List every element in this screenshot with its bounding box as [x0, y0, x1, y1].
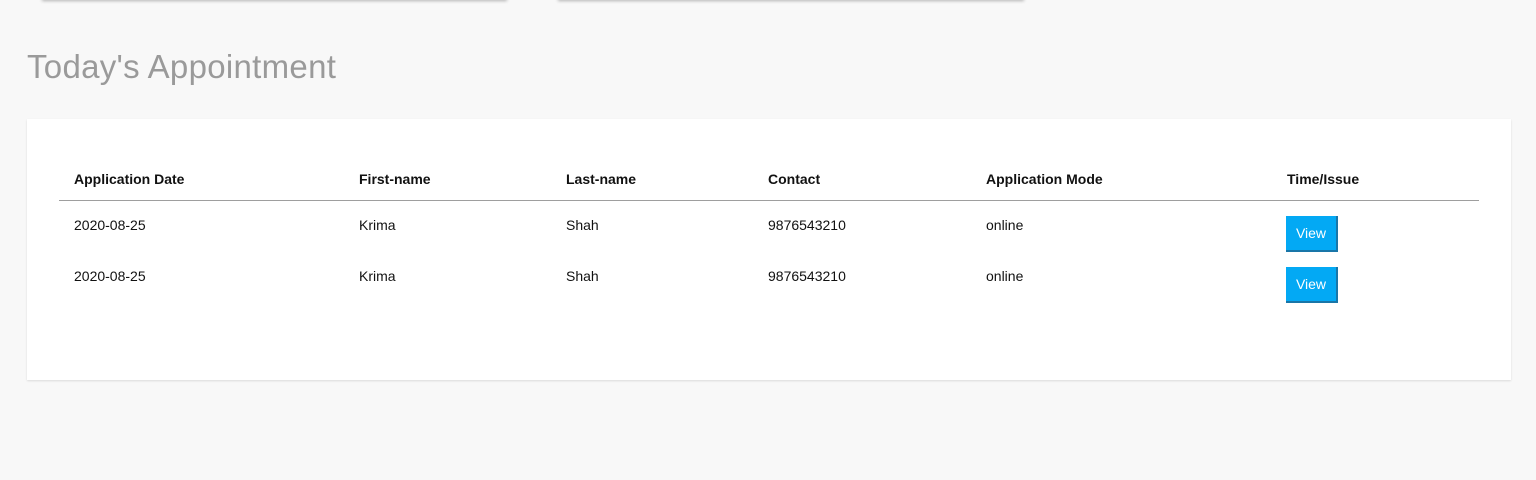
header-last-name: Last-name	[551, 157, 753, 201]
view-button[interactable]: View	[1286, 267, 1338, 303]
cell-time-issue: View	[1272, 252, 1479, 303]
header-application-date: Application Date	[59, 157, 344, 201]
view-button[interactable]: View	[1286, 216, 1338, 252]
table-header-row: Application Date First-name Last-name Co…	[59, 157, 1479, 201]
cell-last-name: Shah	[566, 217, 599, 233]
cell-application-mode: online	[986, 268, 1024, 284]
table-row: 2020-08-25 Krima Shah 9876543210 online …	[59, 252, 1479, 303]
cell-time-issue: View	[1272, 201, 1479, 252]
cell-first-name: Krima	[359, 217, 396, 233]
appointments-table: Application Date First-name Last-name Co…	[59, 157, 1479, 303]
header-contact: Contact	[753, 157, 971, 201]
cell-contact: 9876543210	[768, 217, 846, 233]
header-first-name: First-name	[344, 157, 551, 201]
cell-last-name: Shah	[566, 268, 599, 284]
cell-application-date: 2020-08-25	[74, 217, 146, 233]
cell-contact: 9876543210	[768, 268, 846, 284]
header-application-mode: Application Mode	[971, 157, 1272, 201]
page-title: Today's Appointment	[27, 48, 337, 85]
cell-application-mode: online	[986, 217, 1024, 233]
header-time-issue: Time/Issue	[1272, 157, 1479, 201]
cell-first-name: Krima	[359, 268, 396, 284]
appointments-panel: Application Date First-name Last-name Co…	[27, 119, 1511, 380]
cell-application-date: 2020-08-25	[74, 268, 146, 284]
table-row: 2020-08-25 Krima Shah 9876543210 online …	[59, 201, 1479, 252]
